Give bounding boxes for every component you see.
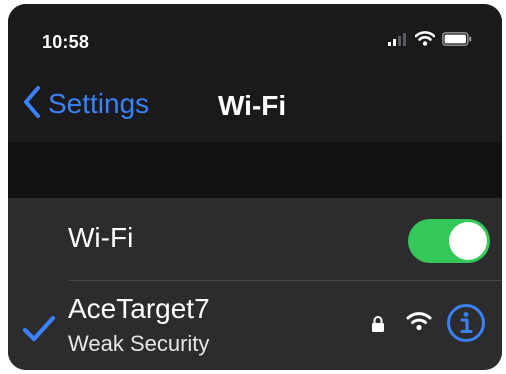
wifi-toggle-label: Wi-Fi [68, 222, 134, 253]
battery-icon [442, 31, 472, 51]
cellular-signal-icon [388, 32, 408, 51]
page-title: Wi-Fi [218, 90, 287, 121]
back-button[interactable]: Settings [22, 84, 149, 124]
wifi-list-group: Wi-Fi AceTarget7 Weak Security [8, 198, 502, 370]
wifi-status-icon [414, 31, 436, 51]
checkmark-icon [22, 315, 56, 348]
navigation-bar: Settings Wi-Fi [8, 70, 502, 142]
info-button[interactable] [446, 303, 486, 343]
wifi-signal-icon [406, 311, 432, 336]
network-security-note: Weak Security [68, 331, 210, 356]
section-spacer [8, 142, 502, 198]
status-bar: 10:58 [8, 4, 502, 70]
back-label: Settings [48, 88, 150, 119]
phone-screen: 10:58 Settings Wi-Fi Wi-Fi AceTarget7 We… [8, 4, 502, 370]
network-name: AceTarget7 [68, 293, 210, 324]
lock-icon [371, 315, 385, 338]
wifi-toggle-row: Wi-Fi [8, 198, 502, 278]
network-row[interactable]: AceTarget7 Weak Security [8, 281, 502, 370]
chevron-left-icon [22, 85, 42, 124]
toggle-knob [449, 222, 487, 260]
status-icons [388, 31, 472, 51]
wifi-toggle-switch[interactable] [408, 219, 490, 263]
status-time: 10:58 [42, 32, 90, 52]
